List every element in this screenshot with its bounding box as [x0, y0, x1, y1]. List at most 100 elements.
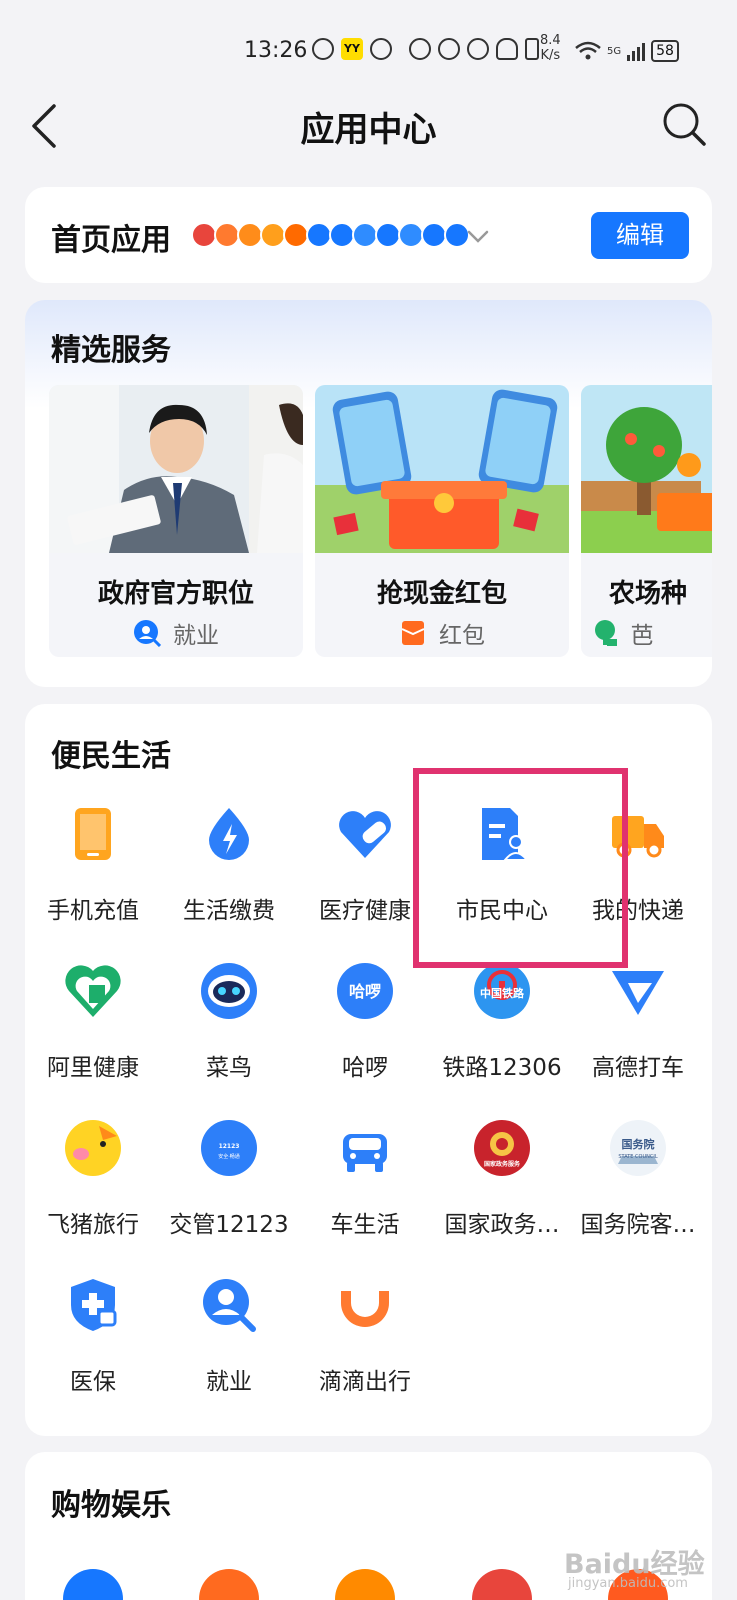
featured-item-jobs[interactable]: 政府官方职位 就业 [49, 385, 303, 657]
featured-item-red-envelope[interactable]: 抢现金红包 红包 [315, 385, 569, 657]
n-icon [438, 38, 460, 60]
shopping-app-icon[interactable] [472, 1569, 532, 1600]
life-app-item[interactable]: 医保 [25, 1275, 161, 1405]
heart-bandage-icon [339, 811, 391, 858]
bolt-drop-icon [209, 808, 249, 860]
life-app-item[interactable]: 国家政务服务国家政务… [434, 1118, 570, 1248]
life-app-item[interactable]: 飞猪旅行 [25, 1118, 161, 1248]
life-app-label: 阿里健康 [47, 1055, 139, 1081]
railway-logo-icon: 中国铁路 [474, 963, 530, 1019]
life-app-item[interactable]: 12123 安全·畅通交管12123 [161, 1118, 297, 1248]
life-app-item[interactable]: 滴滴出行 [297, 1275, 433, 1405]
life-app-item[interactable]: 手机充值 [25, 804, 161, 934]
ali-health-icon [65, 965, 121, 1017]
featured-item-tag: 芭 [581, 616, 712, 650]
traffic-12123-icon: 12123 安全·畅通 [201, 1120, 257, 1176]
nfc-icon [409, 38, 431, 60]
icon-badge-text: 哈啰 [349, 982, 381, 1001]
shopping-app-icon[interactable] [335, 1569, 395, 1600]
icon-badge-text: 国务院 [622, 1137, 655, 1151]
life-app-label: 哈啰 [342, 1055, 388, 1081]
featured-item-tag: 红包 [315, 616, 569, 650]
life-app-label: 就业 [206, 1369, 252, 1395]
life-app-item[interactable]: 哈啰 哈啰 [297, 961, 433, 1091]
featured-services-card: 精选服务 政府官方职位 就业 抢现金红包 红包 农场种 芭 [25, 300, 712, 687]
battery-icon: 58 [651, 40, 679, 62]
life-app-label: 车生活 [330, 1212, 400, 1238]
status-time: 13:26 [244, 38, 308, 63]
life-app-label: 滴滴出行 [319, 1369, 411, 1395]
life-app-item[interactable]: 国务院 STATE COUNCIL 国务院客… [570, 1118, 706, 1248]
state-council-icon: 国务院 STATE COUNCIL [610, 1120, 666, 1176]
alarm-small-icon [467, 38, 489, 60]
medical-insurance-icon [71, 1279, 117, 1331]
net-speed: 8.4 K/s [540, 33, 561, 63]
shopping-app-icon[interactable] [63, 1569, 123, 1600]
hand-icon [370, 38, 392, 60]
amap-taxi-icon [612, 971, 664, 1015]
life-app-label: 交管12123 [169, 1212, 289, 1238]
featured-image-farm [581, 385, 712, 553]
alarm-icon [312, 38, 334, 60]
national-emblem-icon: 国家政务服务 [474, 1120, 530, 1176]
search-icon[interactable] [660, 100, 708, 148]
life-app-label: 高德打车 [592, 1055, 684, 1081]
life-app-item[interactable]: 高德打车 [570, 961, 706, 1091]
life-app-label: 铁路12306 [442, 1055, 562, 1081]
life-app-label: 菜鸟 [206, 1055, 252, 1081]
job-search-icon [134, 620, 161, 647]
life-app-label: 生活缴费 [183, 898, 275, 924]
icon-badge-text: 国家政务服务 [484, 1160, 521, 1168]
watermark: Baidu经验 jingyan.baidu.com [564, 1549, 705, 1591]
icon-badge-subtext: STATE COUNCIL [618, 1154, 657, 1160]
featured-item-title: 农场种 [608, 579, 687, 609]
cainiao-bird-icon [201, 963, 257, 1019]
home-apps-preview[interactable] [191, 222, 470, 248]
icon-badge-subtext: 安全·畅通 [218, 1153, 240, 1160]
life-title: 便民生活 [51, 739, 171, 774]
life-app-label: 飞猪旅行 [47, 1212, 139, 1238]
featured-item-title: 政府官方职位 [97, 579, 254, 609]
life-app-item[interactable]: 菜鸟 [161, 961, 297, 1091]
life-app-item[interactable]: 阿里健康 [25, 961, 161, 1091]
home-apps-label: 首页应用 [51, 223, 171, 258]
status-icons: YY [312, 38, 539, 60]
chevron-down-icon[interactable] [463, 221, 493, 251]
page-title: 应用中心 [300, 110, 437, 150]
vibrate-icon [525, 38, 539, 60]
status-right: 5G 58 [575, 40, 679, 62]
hello-logo-icon: 哈啰 [337, 963, 393, 1019]
didi-icon [341, 1291, 389, 1327]
fliggy-pig-icon [65, 1120, 121, 1176]
life-app-item[interactable]: 生活缴费 [161, 804, 297, 934]
featured-list: 政府官方职位 就业 抢现金红包 红包 农场种 芭 [49, 385, 712, 657]
featured-image-office [49, 385, 303, 553]
edit-button[interactable]: 编辑 [591, 212, 689, 259]
yy-app-icon: YY [341, 38, 363, 60]
shopping-app-icon[interactable] [199, 1569, 259, 1600]
home-apps-card: 首页应用 编辑 [25, 187, 712, 283]
life-app-label: 医保 [70, 1369, 116, 1395]
status-bar: 13:26 YY 8.4 K/s 5G 58 [0, 30, 737, 70]
life-app-item[interactable]: 中国铁路铁路12306 [434, 961, 570, 1091]
signal-icon [627, 41, 646, 61]
phone-recharge-icon [75, 808, 111, 860]
life-app-label: 国家政务… [444, 1212, 560, 1238]
featured-title: 精选服务 [51, 333, 171, 368]
job-search-icon [203, 1279, 256, 1332]
life-app-label: 国务院客… [580, 1212, 696, 1238]
featured-item-title: 抢现金红包 [376, 579, 507, 609]
red-envelope-icon [401, 621, 425, 645]
life-app-item[interactable]: 就业 [161, 1275, 297, 1405]
car-icon [343, 1134, 387, 1172]
featured-image-red-envelope [315, 385, 569, 553]
life-app-item[interactable]: 车生活 [297, 1118, 433, 1248]
shopping-title: 购物娱乐 [51, 1488, 171, 1523]
network-type: 5G [607, 45, 622, 57]
tree-icon [594, 620, 617, 646]
wifi-icon [575, 41, 601, 60]
app-header: 应用中心 [0, 90, 737, 160]
featured-item-farm[interactable]: 农场种 芭 [581, 385, 712, 657]
icon-badge-text: 中国铁路 [480, 986, 525, 1000]
life-app-label: 手机充值 [47, 898, 139, 924]
